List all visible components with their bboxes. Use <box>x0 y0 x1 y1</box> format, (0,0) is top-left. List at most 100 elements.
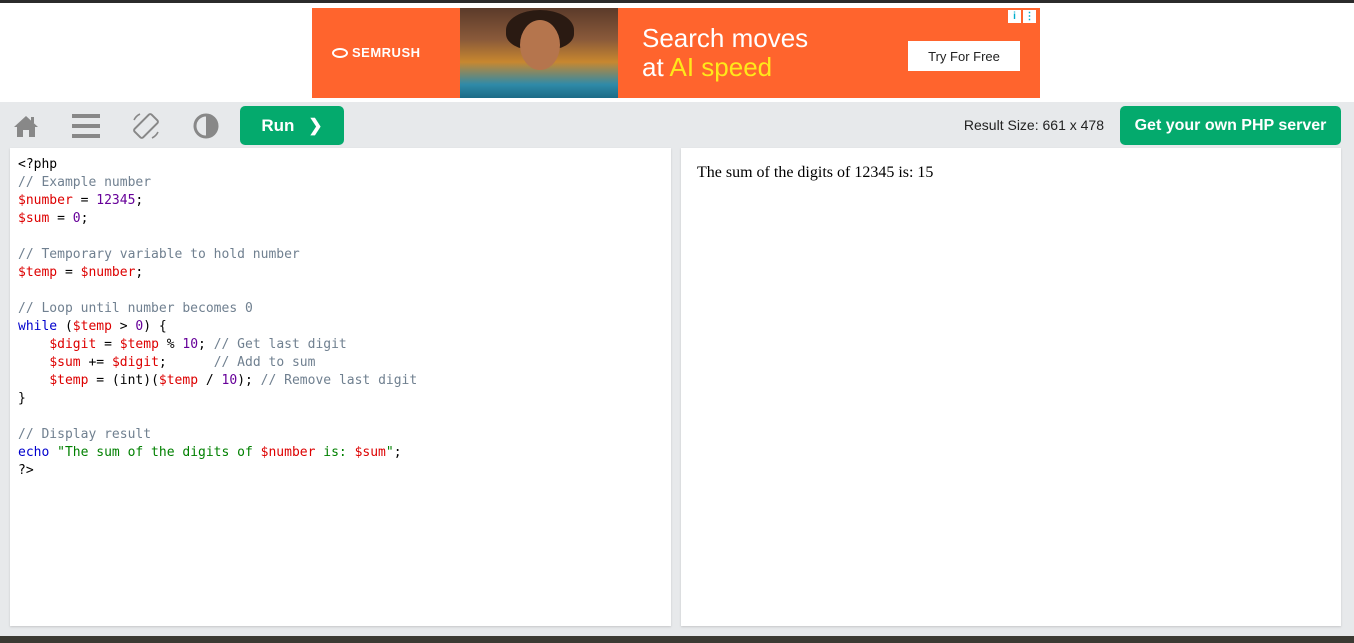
code-line: ?> <box>18 462 663 480</box>
code-token: // Temporary variable to hold number <box>18 247 300 262</box>
code-token: ) { <box>143 319 167 334</box>
menu-icon[interactable] <box>71 111 101 141</box>
code-token: $number <box>80 265 136 280</box>
code-token: "The sum of the digits of <box>57 445 261 460</box>
code-line: $sum = 0; <box>18 210 663 228</box>
code-token: // Get last digit <box>213 337 347 352</box>
code-token: echo <box>18 445 50 460</box>
ad-photo-face <box>520 20 560 70</box>
code-line: echo "The sum of the digits of $number i… <box>18 444 663 462</box>
code-line: while ($temp > 0) { <box>18 318 663 336</box>
code-line: // Temporary variable to hold number <box>18 246 663 264</box>
code-token: 10 <box>221 373 238 388</box>
code-token: $temp <box>119 337 159 352</box>
code-token: ; <box>135 193 144 208</box>
code-token: ; <box>393 445 402 460</box>
code-token: $sum <box>354 445 386 460</box>
code-token: $temp <box>72 319 112 334</box>
ad-headline: Search moves at AI speed <box>642 24 808 82</box>
ad-cta-button[interactable]: Try For Free <box>908 41 1020 71</box>
ad-photo <box>460 8 618 98</box>
contrast-icon[interactable] <box>191 111 221 141</box>
semrush-logo-icon <box>332 48 348 58</box>
code-token: ; <box>158 355 214 370</box>
run-button-label: Run <box>261 115 295 135</box>
code-line: } <box>18 390 663 408</box>
code-token: $temp <box>49 373 89 388</box>
get-php-server-button[interactable]: Get your own PHP server <box>1120 106 1341 145</box>
code-token: $number <box>260 445 316 460</box>
taskbar-strip <box>0 636 1354 643</box>
code-token: $sum <box>49 355 81 370</box>
code-token: " <box>385 445 394 460</box>
code-token: = <box>72 193 97 208</box>
code-token: $temp <box>18 265 58 280</box>
code-token: // Example number <box>18 175 152 190</box>
code-token: $number <box>18 193 73 208</box>
code-token: ; <box>80 211 89 226</box>
ad-headline-line1: Search moves <box>642 23 809 53</box>
code-token: $temp <box>158 373 199 388</box>
chevron-right-icon: ❯ <box>308 115 323 135</box>
code-token: $sum <box>18 211 50 226</box>
ad-menu-icon[interactable]: ⋮ <box>1023 10 1036 23</box>
code-token: 12345 <box>96 193 136 208</box>
home-icon[interactable] <box>11 111 41 141</box>
code-token: ( <box>57 319 73 334</box>
ad-info-icon[interactable]: i <box>1008 10 1021 23</box>
code-token: is: <box>315 445 355 460</box>
code-token: ; <box>135 265 144 280</box>
code-line: <?php <box>18 156 663 174</box>
ad-headline-prefix: at <box>642 52 670 82</box>
code-token: = <box>57 265 81 280</box>
ad-banner-area: SEMRUSH Search moves at AI speed Try For… <box>0 3 1354 102</box>
code-token: = <box>49 211 73 226</box>
result-panel: The sum of the digits of 12345 is: 15 <box>681 148 1341 626</box>
code-token: while <box>18 319 58 334</box>
ad-brand-name: SEMRUSH <box>352 45 421 60</box>
code-token: = (int)( <box>88 373 159 388</box>
code-token: 0 <box>72 211 81 226</box>
code-token: % <box>158 337 183 352</box>
code-token: += <box>80 355 112 370</box>
result-output: The sum of the digits of 12345 is: 15 <box>697 164 934 181</box>
code-token: / <box>198 373 222 388</box>
ad-brand-logo: SEMRUSH <box>332 45 421 60</box>
code-line: // Display result <box>18 426 663 444</box>
code-token: > <box>111 319 136 334</box>
code-token: // Remove last digit <box>260 373 418 388</box>
code-token: // Display result <box>18 427 152 442</box>
code-token: 10 <box>182 337 199 352</box>
code-token: = <box>96 337 120 352</box>
ad-headline-highlight: AI speed <box>669 52 773 82</box>
code-line: // Example number <box>18 174 663 192</box>
code-line: $digit = $temp % 10; // Get last digit <box>18 336 663 354</box>
code-line: $sum += $digit; // Add to sum <box>18 354 663 372</box>
result-size-label: Result Size: 661 x 478 <box>963 117 1104 133</box>
advertisement[interactable]: SEMRUSH Search moves at AI speed Try For… <box>312 8 1040 98</box>
code-line: // Loop until number becomes 0 <box>18 300 663 318</box>
run-button[interactable]: Run ❯ <box>240 106 344 145</box>
code-token: $digit <box>49 337 97 352</box>
code-text[interactable]: <?php// Example number $number = 12345; $s… <box>10 148 671 480</box>
code-token: } <box>18 391 26 406</box>
code-line: $temp = $number; <box>18 264 663 282</box>
code-editor[interactable]: <?php// Example number $number = 12345; $s… <box>10 148 671 626</box>
code-token: ); <box>237 373 261 388</box>
code-token: // Loop until number becomes 0 <box>18 301 253 316</box>
code-token: // Add to sum <box>213 355 316 370</box>
rotate-icon[interactable] <box>131 111 161 141</box>
code-token: <?php <box>18 157 58 172</box>
code-token: ; <box>198 337 214 352</box>
code-token: ?> <box>18 463 34 478</box>
ad-choices[interactable]: i ⋮ <box>1008 10 1036 24</box>
toolbar: Run ❯ Result Size: 661 x 478 Get your ow… <box>0 102 1354 148</box>
code-line: $temp = (int)($temp / 10); // Remove las… <box>18 372 663 390</box>
